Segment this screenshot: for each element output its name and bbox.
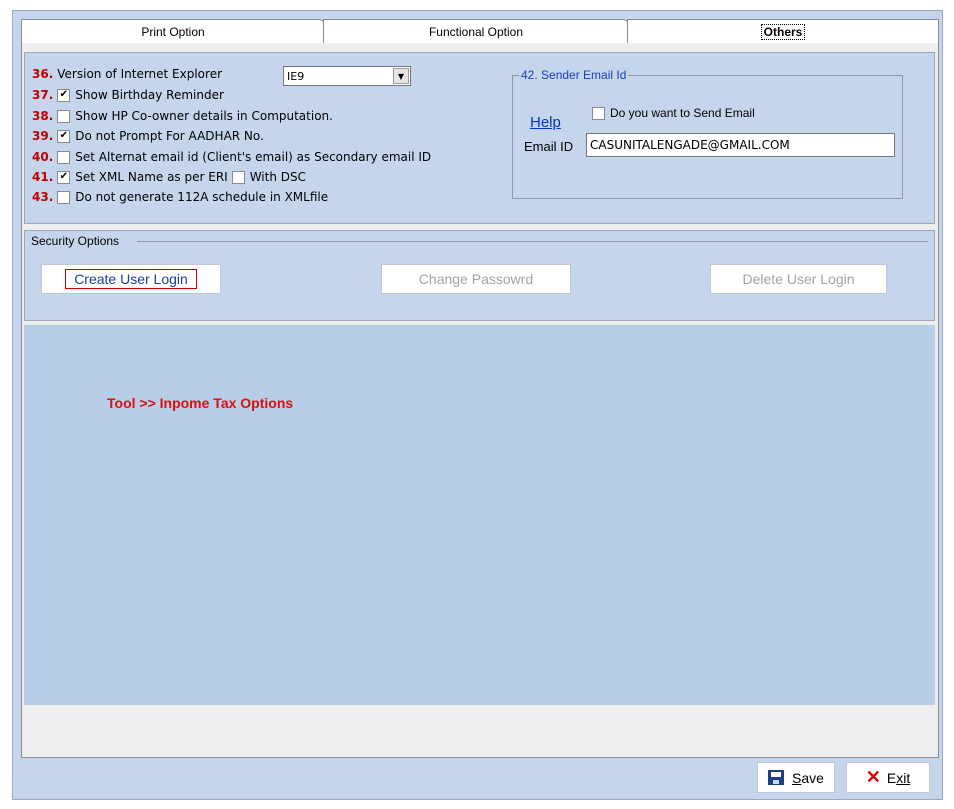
ie-version-value: IE9 bbox=[287, 69, 305, 83]
email-id-value: CASUNITALENGADE@GMAIL.COM bbox=[590, 138, 790, 152]
aadhar-prompt-checkbox[interactable] bbox=[57, 129, 71, 143]
help-link[interactable]: Help bbox=[530, 114, 561, 131]
security-options-group: Security Options Create User Login Chang… bbox=[24, 230, 935, 321]
ie-version-select[interactable]: IE9 ▼ bbox=[283, 66, 411, 86]
option-number: 36. bbox=[32, 67, 54, 81]
option-label: Do not generate 112A schedule in XMLfile bbox=[75, 190, 329, 204]
exit-access-key: xit bbox=[896, 769, 911, 786]
option-36-row: 36. Version of Internet Explorer bbox=[32, 65, 222, 83]
hp-coowner-checkbox[interactable] bbox=[57, 109, 71, 123]
save-label-rest: ave bbox=[801, 769, 824, 786]
xml-name-eri-checkbox[interactable] bbox=[57, 170, 71, 184]
tab-panel: 36. Version of Internet Explorer IE9 ▼ 3… bbox=[21, 43, 939, 758]
option-number: 43. bbox=[32, 190, 54, 204]
option-label: Set Alternat email id (Client's email) a… bbox=[75, 150, 432, 164]
option-38-row: 38. Show HP Co-owner details in Computat… bbox=[32, 107, 333, 125]
options-group: 36. Version of Internet Explorer IE9 ▼ 3… bbox=[24, 52, 935, 224]
chevron-down-icon[interactable]: ▼ bbox=[393, 68, 409, 84]
group-divider bbox=[137, 241, 928, 242]
exit-button[interactable]: ✕ Exit bbox=[846, 762, 930, 793]
menu-path-label: Tool >> Inpome Tax Options bbox=[107, 395, 294, 411]
create-user-login-button[interactable]: Create User Login bbox=[41, 264, 221, 294]
tab-others[interactable]: Others bbox=[627, 19, 939, 43]
main-window: Print Option Functional Option Others 36… bbox=[12, 10, 943, 800]
option-label: Show HP Co-owner details in Computation. bbox=[75, 109, 333, 123]
option-37-row: 37. Show Birthday Reminder bbox=[32, 86, 224, 104]
save-button[interactable]: Save bbox=[757, 762, 835, 793]
sender-email-group: 42. Sender Email Id Help Do you want to … bbox=[512, 68, 903, 199]
change-password-button[interactable]: Change Passowrd bbox=[381, 264, 571, 294]
option-number: 37. bbox=[32, 88, 54, 102]
exit-label-first: E bbox=[886, 769, 897, 786]
with-dsc-label: With DSC bbox=[249, 170, 306, 184]
tab-others-label: Others bbox=[760, 23, 806, 40]
option-label: Set XML Name as per ERI bbox=[75, 170, 228, 184]
option-label: Do not Prompt For AADHAR No. bbox=[75, 129, 264, 143]
close-icon: ✕ bbox=[865, 767, 881, 787]
send-email-checkbox[interactable] bbox=[592, 106, 605, 120]
alternate-email-checkbox[interactable] bbox=[57, 150, 71, 164]
option-number: 41. bbox=[32, 170, 54, 184]
birthday-reminder-checkbox[interactable] bbox=[57, 88, 71, 102]
with-dsc-checkbox[interactable] bbox=[231, 170, 245, 184]
no-112a-checkbox[interactable] bbox=[57, 190, 71, 204]
option-41-row: 41. Set XML Name as per ERI With DSC bbox=[32, 168, 306, 186]
email-id-label: Email ID bbox=[524, 139, 574, 154]
email-id-input[interactable]: CASUNITALENGADE@GMAIL.COM bbox=[586, 133, 895, 157]
sender-email-legend: 42. Sender Email Id bbox=[519, 68, 629, 82]
option-label: Version of Internet Explorer bbox=[57, 67, 223, 81]
create-user-login-label: Create User Login bbox=[65, 269, 197, 289]
option-39-row: 39. Do not Prompt For AADHAR No. bbox=[32, 127, 264, 145]
delete-user-login-button[interactable]: Delete User Login bbox=[710, 264, 887, 294]
content-area: Tool >> Inpome Tax Options bbox=[24, 325, 935, 705]
exit-label: Exit bbox=[887, 770, 910, 786]
floppy-disk-icon bbox=[768, 770, 785, 785]
option-40-row: 40. Set Alternat email id (Client's emai… bbox=[32, 148, 431, 166]
option-43-row: 43. Do not generate 112A schedule in XML… bbox=[32, 188, 328, 206]
security-options-title: Security Options bbox=[31, 234, 122, 248]
tab-functional-option[interactable]: Functional Option bbox=[323, 19, 629, 43]
tab-strip: Print Option Functional Option Others bbox=[21, 19, 939, 43]
option-number: 40. bbox=[32, 150, 54, 164]
send-email-row: Do you want to Send Email bbox=[592, 106, 755, 120]
send-email-label: Do you want to Send Email bbox=[610, 106, 755, 120]
tab-print-option[interactable]: Print Option bbox=[21, 19, 325, 43]
option-label: Show Birthday Reminder bbox=[75, 88, 224, 102]
save-access-key: S bbox=[792, 769, 802, 786]
option-number: 39. bbox=[32, 129, 54, 143]
option-number: 38. bbox=[32, 109, 54, 123]
save-label: Save bbox=[792, 770, 824, 786]
